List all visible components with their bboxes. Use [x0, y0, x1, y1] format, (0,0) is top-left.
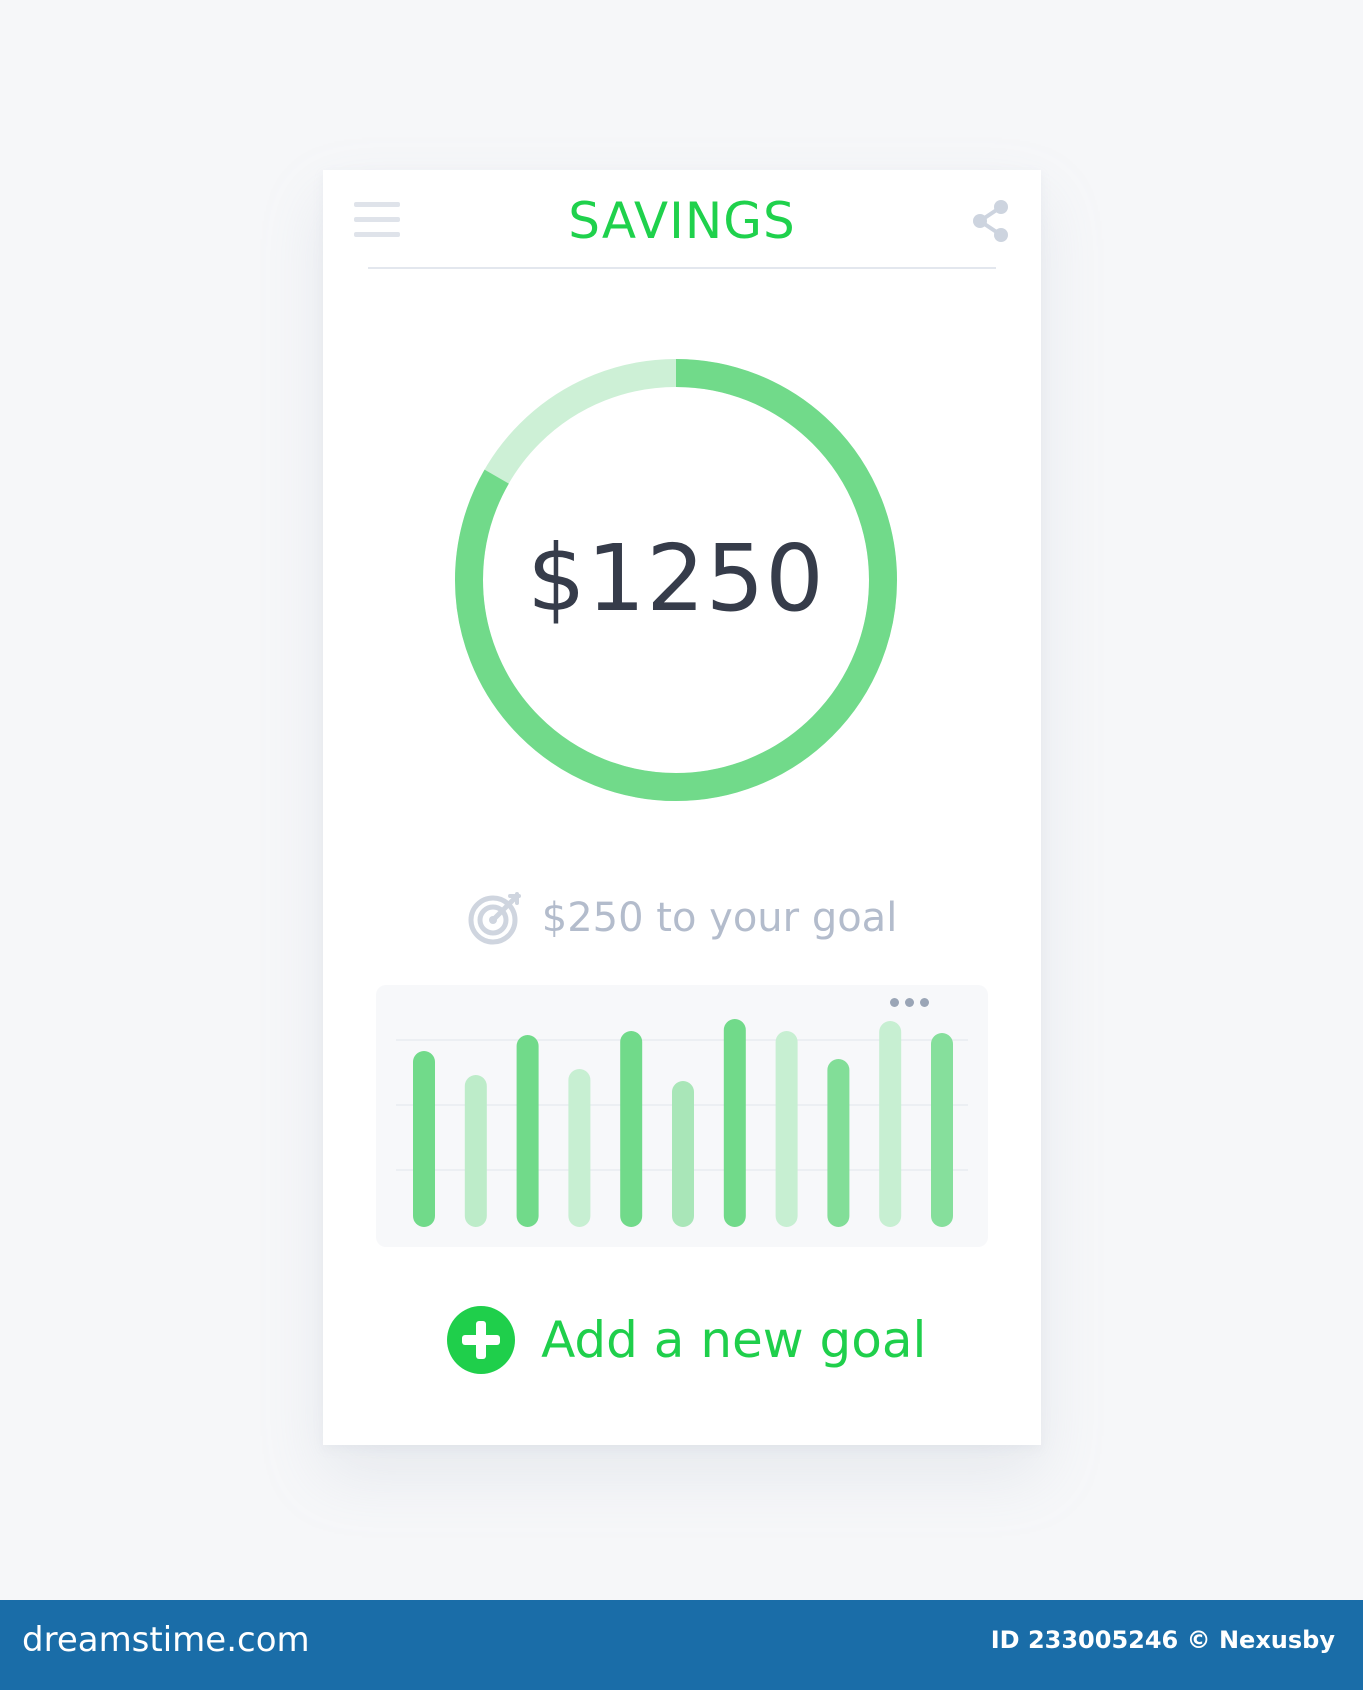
- chart-bar: [620, 1031, 643, 1227]
- chart-bar: [464, 1075, 487, 1227]
- page-title: SAVINGS: [568, 192, 796, 250]
- savings-balance: $1250: [527, 525, 825, 632]
- savings-bar-chart: [396, 1019, 968, 1227]
- footer-credit: ID 233005246 © Nexusby: [990, 1626, 1335, 1654]
- header-divider: [368, 267, 996, 269]
- add-goal-button[interactable]: Add a new goal: [446, 1305, 926, 1381]
- chart-bar: [672, 1081, 694, 1227]
- chart-bar: [827, 1059, 850, 1227]
- chart-bar: [516, 1035, 539, 1227]
- savings-screen: SAVINGS $1250 $250 to your goal Add a ne…: [323, 170, 1041, 1445]
- plus-circle-icon: [446, 1305, 516, 1375]
- watermark-footer: dreamstime.com ID 233005246 © Nexusby: [0, 1600, 1363, 1690]
- chart-bar: [931, 1033, 953, 1227]
- chart-bar: [568, 1069, 591, 1227]
- more-dots-icon[interactable]: [888, 995, 932, 1009]
- goal-remaining-text: $250 to your goal: [541, 895, 898, 941]
- target-icon: [467, 890, 523, 946]
- chart-bar: [413, 1051, 435, 1227]
- chart-bar: [879, 1021, 902, 1227]
- chart-bar: [723, 1019, 746, 1227]
- goal-remaining: $250 to your goal: [323, 890, 1041, 946]
- footer-brand[interactable]: dreamstime.com: [22, 1620, 310, 1660]
- share-icon[interactable]: [971, 198, 1011, 246]
- chart-bar: [775, 1031, 798, 1227]
- add-goal-label: Add a new goal: [541, 1311, 927, 1369]
